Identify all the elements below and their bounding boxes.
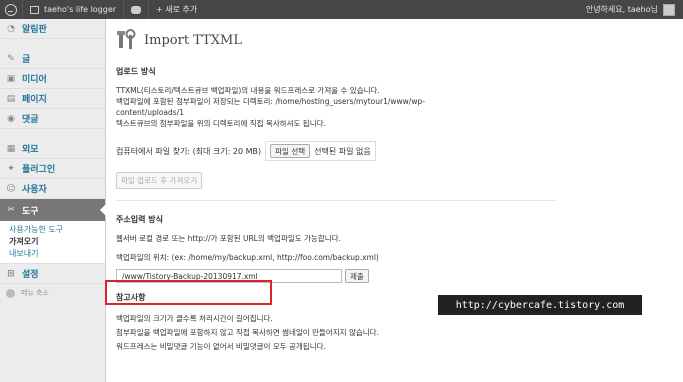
upload-description-4: 텍스트큐브의 첨부파일을 위의 디렉토리에 직접 복사하셔도 됩니다. (116, 119, 326, 128)
upload-description-2: 백업파일에 포함된 첨부파일이 저장되는 디렉토리: /home/hosting… (116, 97, 425, 106)
upload-description-3: content/uploads/1 (116, 108, 184, 117)
url-highlight-box (105, 280, 272, 305)
menu-item-appearance[interactable]: ▦ 외모 (0, 139, 105, 159)
upload-import-button[interactable]: 파일 업로드 후 가져오기 (116, 172, 203, 189)
page-title: Import TTXML (144, 32, 242, 48)
submenu-import[interactable]: 가져오기 (9, 236, 105, 248)
url-description: 웹서버 로컬 경로 또는 http://가 포함된 URL의 백업파일도 가능합… (116, 234, 341, 243)
menu-item-comments[interactable]: ◉ 댓글 (0, 109, 105, 129)
wordpress-logo-icon[interactable] (0, 0, 22, 19)
menu-item-media[interactable]: ▣ 미디어 (0, 69, 105, 89)
comment-icon: ◉ (7, 113, 15, 124)
backup-location-label: 백업파일의 위치: (ex: /home/my/backup.xml, http… (116, 253, 379, 262)
file-input[interactable]: 파일 선택 선택된 파일 없음 (265, 141, 376, 161)
submenu-available-tools[interactable]: 사용가능한 도구 (9, 224, 105, 236)
url-section-heading: 주소입력 방식 (116, 215, 163, 224)
menu-item-users[interactable]: ☺ 사용자 (0, 179, 105, 199)
file-label: 컴퓨터에서 파일 찾기: (최대 크기: 20 MB) (116, 146, 262, 156)
collapse-icon (6, 288, 15, 298)
new-content-link[interactable]: + 새로 추가 (148, 0, 204, 19)
users-icon: ☺ (6, 183, 16, 194)
comments-link[interactable] (123, 0, 148, 19)
plugin-icon: ✦ (7, 163, 15, 174)
menu-item-settings[interactable]: ⊞ 설정 (0, 264, 105, 284)
menu-item-tools[interactable]: ✂ 도구 (0, 199, 106, 221)
admin-bar: taeho's life logger + 새로 추가 안녕하세요, taeho… (0, 0, 683, 19)
note-line-2: 첨부파일을 백업파일에 포함하지 않고 직접 복사하면 썸네일이 만들어지지 않… (116, 328, 379, 337)
menu-item-dashboard[interactable]: ◔ 알림판 (0, 19, 105, 39)
choose-file-button[interactable]: 파일 선택 (270, 144, 311, 158)
tools-icon: ✂ (7, 205, 15, 215)
menu-item-pages[interactable]: ▤ 페이지 (0, 89, 105, 109)
comment-bubble-icon (131, 5, 142, 14)
appearance-icon: ▦ (6, 143, 16, 154)
upload-section-heading: 업로드 방식 (116, 67, 156, 76)
tools-submenu: 사용가능한 도구 가져오기 내보내기 (0, 221, 105, 264)
main-content: Import TTXML 업로드 방식 TTXML(티스토리/텍스트큐브 백업파… (107, 19, 683, 382)
section-divider (116, 200, 556, 201)
avatar[interactable] (663, 3, 675, 16)
url-submit-button[interactable]: 제출 (345, 269, 369, 283)
page-icon: ▤ (6, 93, 16, 104)
watermark-label: http://cybercafe.tistory.com (438, 295, 642, 315)
collapse-menu-button[interactable]: 메뉴 축소 (0, 284, 105, 302)
file-status: 선택된 파일 없음 (314, 146, 371, 156)
greeting-link[interactable]: 안녕하세요, taeho님 (586, 4, 658, 15)
pin-icon: ✎ (7, 53, 15, 64)
media-icon: ▣ (6, 73, 16, 84)
settings-icon: ⊞ (7, 268, 15, 279)
menu-item-posts[interactable]: ✎ 글 (0, 49, 105, 69)
admin-sidebar: ◔ 알림판 ✎ 글 ▣ 미디어 ▤ 페이지 ◉ 댓글 ▦ 외모 ✦ 플러그인 ☺… (0, 19, 106, 382)
menu-item-plugins[interactable]: ✦ 플러그인 (0, 159, 105, 179)
dashboard-icon: ◔ (7, 23, 15, 34)
note-line-3: 워드프레스는 비밀댓글 기능이 없어서 비밀댓글이 모두 공개됩니다. (116, 342, 326, 351)
site-name-link[interactable]: taeho's life logger (22, 0, 123, 19)
file-upload-row: 컴퓨터에서 파일 찾기: (최대 크기: 20 MB) 파일 선택 선택된 파일… (116, 141, 683, 161)
page-header: Import TTXML (116, 19, 683, 61)
note-line-1: 백업파일의 크기가 클수록 처리시간이 길어집니다. (116, 314, 273, 323)
upload-description-1: TTXML(티스토리/텍스트큐브 백업파일)의 내용을 워드프레스로 가져올 수… (116, 86, 380, 95)
home-icon (30, 5, 39, 14)
tools-icon (116, 28, 138, 52)
submenu-export[interactable]: 내보내기 (9, 248, 105, 260)
